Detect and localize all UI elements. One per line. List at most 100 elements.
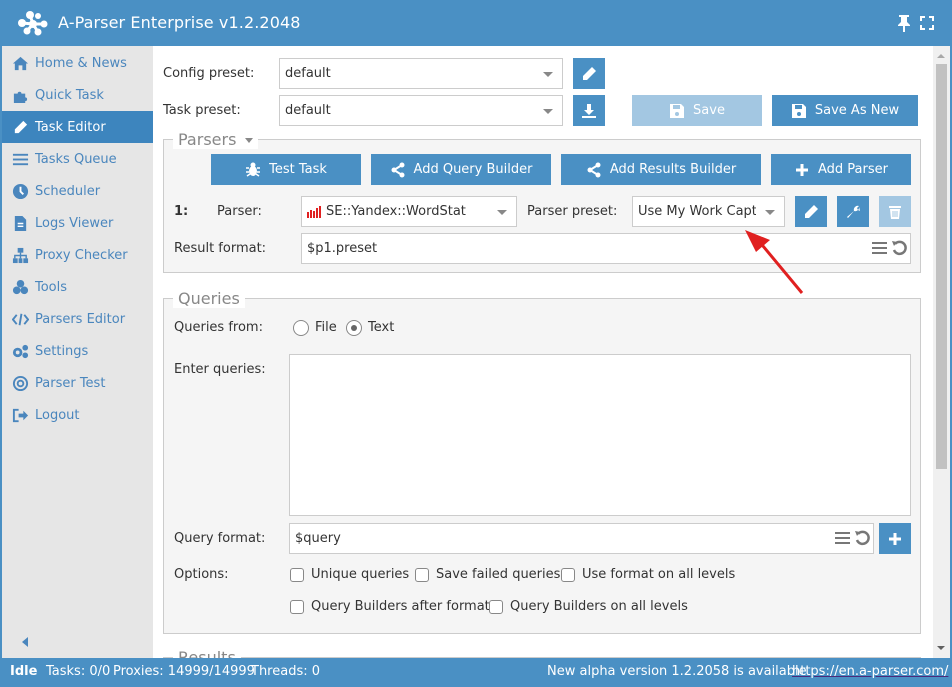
queries-from-text-radio[interactable] bbox=[346, 320, 362, 336]
fullscreen-icon[interactable] bbox=[920, 16, 934, 30]
task-preset-value: default bbox=[285, 103, 331, 118]
load-task-preset-button[interactable] bbox=[573, 95, 605, 126]
sidebar-item-scheduler[interactable]: Scheduler bbox=[2, 175, 153, 207]
enter-queries-label: Enter queries: bbox=[174, 362, 266, 377]
use-format-all-levels-checkbox[interactable] bbox=[561, 568, 575, 582]
query-format-input[interactable]: $query bbox=[289, 523, 874, 554]
query-builders-after-format-checkbox[interactable] bbox=[290, 600, 304, 614]
sidebar-item-parser-test[interactable]: Parser Test bbox=[2, 367, 153, 399]
add-results-builder-button[interactable]: Add Results Builder bbox=[561, 154, 761, 185]
save-failed-queries-checkbox[interactable] bbox=[415, 568, 429, 582]
sidebar-item-label: Home & News bbox=[35, 55, 127, 71]
edit-config-preset-button[interactable] bbox=[573, 58, 605, 89]
add-results-builder-label: Add Results Builder bbox=[609, 162, 737, 177]
config-preset-label: Config preset: bbox=[163, 66, 255, 81]
floppy-icon bbox=[670, 103, 685, 118]
code-icon bbox=[10, 310, 30, 328]
download-icon bbox=[582, 103, 596, 118]
pencil-icon bbox=[583, 66, 596, 80]
menu-icon[interactable] bbox=[872, 241, 887, 255]
sidebar-item-parsers-editor[interactable]: Parsers Editor bbox=[2, 303, 153, 335]
config-preset-value: default bbox=[285, 66, 331, 81]
use-format-all-levels-label[interactable]: Use format on all levels bbox=[582, 567, 735, 582]
sidebar-item-label: Proxy Checker bbox=[35, 247, 128, 263]
sidebar-item-label: Logout bbox=[35, 407, 80, 423]
chevron-down-icon bbox=[765, 210, 775, 215]
parser-preset-label: Parser preset: bbox=[527, 204, 618, 219]
status-state: Idle bbox=[10, 664, 38, 679]
a-parser-logo-icon bbox=[18, 11, 48, 36]
queries-from-file-radio[interactable] bbox=[293, 320, 309, 336]
main-scrollbar[interactable] bbox=[933, 46, 950, 658]
query-builders-after-format-label[interactable]: Query Builders after format bbox=[311, 599, 490, 614]
queries-from-file-label[interactable]: File bbox=[315, 320, 337, 335]
config-preset-select[interactable]: default bbox=[279, 58, 563, 89]
chevron-down-icon bbox=[543, 109, 553, 114]
task-preset-select[interactable]: default bbox=[279, 95, 563, 126]
query-builders-all-levels-checkbox[interactable] bbox=[489, 600, 503, 614]
sidebar-item-settings[interactable]: Settings bbox=[2, 335, 153, 367]
share-icon bbox=[391, 162, 405, 177]
parser-preset-select[interactable]: Use My Work Captch bbox=[632, 196, 785, 227]
add-query-builder-label: Add Query Builder bbox=[413, 162, 533, 177]
sidebar-item-label: Parsers Editor bbox=[35, 311, 126, 327]
delete-parser-button[interactable] bbox=[879, 196, 911, 227]
sign-out-icon bbox=[10, 406, 30, 424]
save-failed-queries-label[interactable]: Save failed queries bbox=[436, 567, 560, 582]
status-tasks: Tasks: 0/0 bbox=[46, 664, 111, 679]
add-parser-button[interactable]: Add Parser bbox=[771, 154, 911, 185]
edit-parser-preset-button[interactable] bbox=[795, 196, 827, 227]
sidebar-item-task-editor[interactable]: Task Editor bbox=[2, 111, 153, 143]
title-bar: A-Parser Enterprise v1.2.2048 bbox=[0, 0, 952, 46]
menu-icon[interactable] bbox=[835, 531, 850, 545]
sidebar-item-label: Tools bbox=[35, 279, 68, 295]
parser-settings-button[interactable] bbox=[837, 196, 869, 227]
test-task-button[interactable]: Test Task bbox=[211, 154, 361, 185]
parser-preset-value: Use My Work Captch bbox=[638, 204, 756, 219]
add-query-format-button[interactable] bbox=[879, 523, 911, 554]
yandex-parser-icon bbox=[307, 205, 321, 218]
sidebar-item-home-news[interactable]: Home & News bbox=[2, 47, 153, 79]
queries-from-text-label[interactable]: Text bbox=[368, 320, 394, 335]
chevron-down-icon bbox=[543, 72, 553, 77]
unique-queries-label[interactable]: Unique queries bbox=[311, 567, 409, 582]
result-format-input[interactable]: $p1.preset bbox=[301, 233, 911, 264]
pin-icon[interactable] bbox=[896, 14, 912, 32]
parsers-legend[interactable]: Parsers bbox=[173, 130, 258, 149]
test-task-label: Test Task bbox=[269, 162, 327, 177]
trash-icon bbox=[889, 205, 901, 219]
scroll-down-icon[interactable] bbox=[937, 646, 945, 650]
unique-queries-checkbox[interactable] bbox=[290, 568, 304, 582]
collapse-sidebar-button[interactable] bbox=[22, 637, 28, 647]
query-format-value: $query bbox=[295, 531, 341, 546]
sidebar-item-tools[interactable]: Tools bbox=[2, 271, 153, 303]
sidebar-item-logs-viewer[interactable]: Logs Viewer bbox=[2, 207, 153, 239]
plus-icon bbox=[889, 532, 901, 545]
wrench-icon bbox=[847, 205, 860, 218]
status-proxies: Proxies: 14999/14999 bbox=[113, 664, 255, 679]
reset-icon[interactable] bbox=[891, 239, 908, 256]
cubes-icon bbox=[10, 278, 30, 296]
sidebar-item-proxy-checker[interactable]: Proxy Checker bbox=[2, 239, 153, 271]
sidebar-item-label: Scheduler bbox=[35, 183, 101, 199]
sidebar-item-logout[interactable]: Logout bbox=[2, 399, 153, 431]
parser-label: Parser: bbox=[217, 204, 262, 219]
enter-queries-textarea[interactable] bbox=[289, 354, 911, 516]
reset-icon[interactable] bbox=[854, 529, 871, 546]
query-builders-all-levels-label[interactable]: Query Builders on all levels bbox=[510, 599, 688, 614]
update-link[interactable]: https://en.a-parser.com/ bbox=[792, 664, 948, 679]
parsers-legend-text: Parsers bbox=[178, 130, 237, 149]
clock-icon bbox=[10, 182, 30, 200]
parser-select[interactable]: SE::Yandex::WordStat bbox=[301, 196, 517, 227]
plus-icon bbox=[796, 163, 808, 176]
scroll-up-icon[interactable] bbox=[937, 54, 945, 58]
scrollbar-thumb[interactable] bbox=[936, 64, 947, 469]
sidebar-item-label: Tasks Queue bbox=[35, 151, 117, 167]
add-query-builder-button[interactable]: Add Query Builder bbox=[371, 154, 551, 185]
save-as-new-button[interactable]: Save As New bbox=[772, 95, 918, 126]
sitemap-icon bbox=[10, 246, 30, 264]
task-preset-label: Task preset: bbox=[163, 103, 241, 118]
sidebar-item-tasks-queue[interactable]: Tasks Queue bbox=[2, 143, 153, 175]
sidebar-item-quick-task[interactable]: Quick Task bbox=[2, 79, 153, 111]
save-button[interactable]: Save bbox=[632, 95, 762, 126]
